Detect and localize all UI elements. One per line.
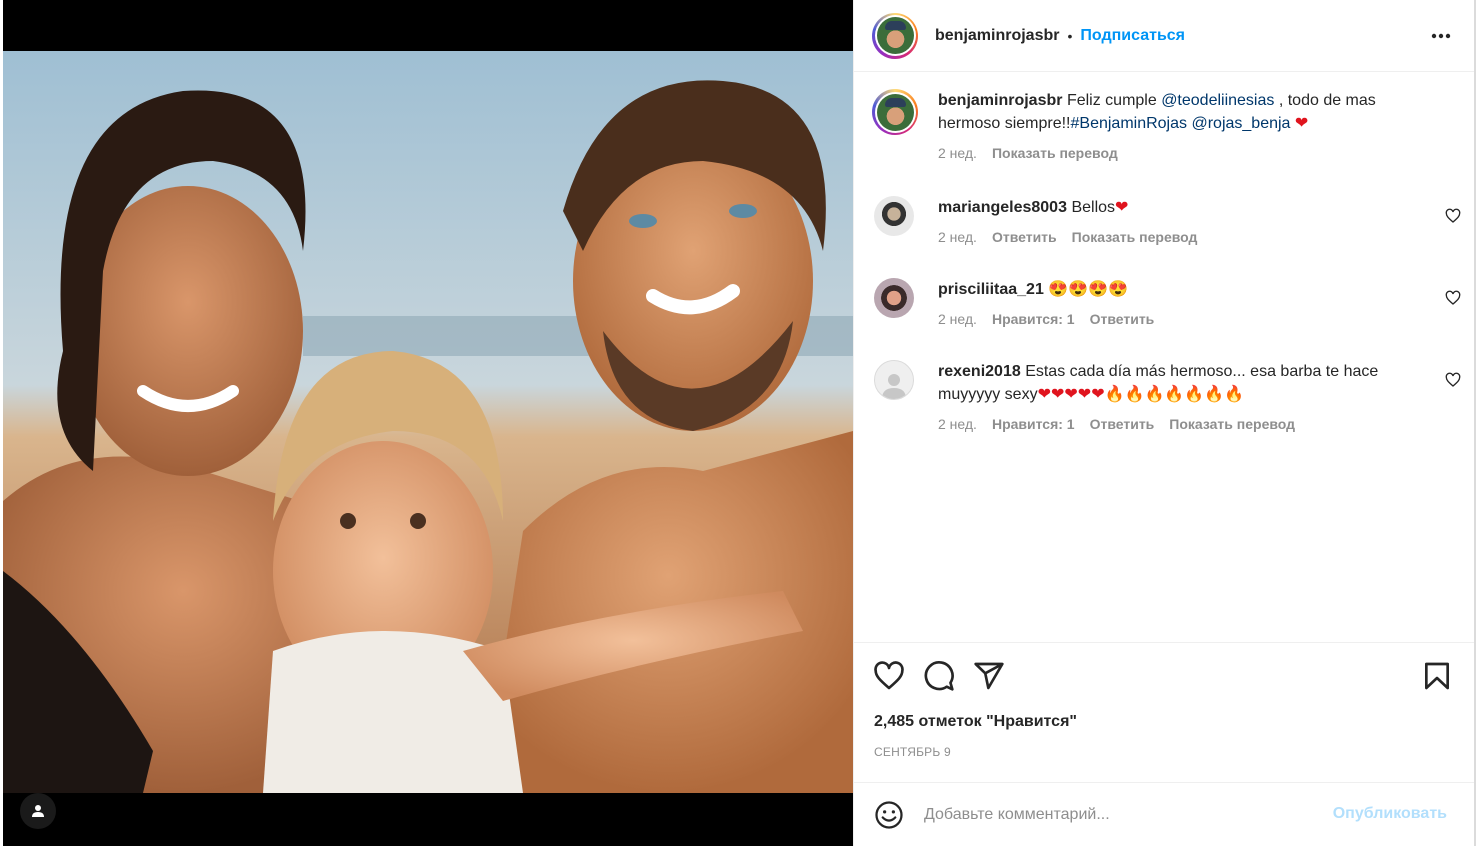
caption-mention-teodeliinesias[interactable]: @teodeliinesias [1161, 92, 1274, 109]
post-sidebar: benjaminrojasbr • Подписаться benjaminro… [853, 0, 1476, 846]
caption-body: benjaminrojasbr Feliz cumple @teodeliine… [938, 89, 1428, 165]
user-icon [32, 805, 44, 817]
heart-emoji: ❤ [1115, 199, 1129, 216]
comment-body: mariangeles8003 Bellos❤ 2 нед. Ответить … [938, 196, 1418, 249]
publish-button[interactable]: Опубликовать [1333, 805, 1447, 823]
comment-username[interactable]: mariangeles8003 [938, 199, 1067, 216]
heart-eyes-emoji: 😍😍😍😍 [1048, 281, 1128, 298]
commenter-avatar[interactable] [874, 196, 914, 236]
heart-emoji: ❤ [1294, 115, 1309, 132]
add-comment-bar: Опубликовать [854, 782, 1475, 846]
comment-username[interactable]: rexeni2018 [938, 363, 1021, 380]
heart-icon[interactable] [873, 660, 905, 692]
comment-time[interactable]: 2 нед. [938, 226, 977, 249]
default-avatar-icon [882, 374, 906, 399]
avatar-image [876, 17, 914, 54]
share-icon[interactable] [973, 660, 1005, 692]
caption-translate-button[interactable]: Показать перевод [992, 142, 1118, 165]
comment-body: prisciliitaa_21 😍😍😍😍 2 нед. Нравится: 1 … [938, 278, 1418, 331]
heart-emoji: ❤❤❤❤❤ [1037, 386, 1105, 403]
commenter-avatar[interactable] [874, 360, 914, 400]
caption-avatar[interactable] [872, 89, 918, 135]
reply-button[interactable]: Ответить [992, 226, 1057, 249]
follow-button[interactable]: Подписаться [1080, 27, 1185, 45]
author-username[interactable]: benjaminrojasbr [935, 27, 1059, 45]
post-actions: 2,485 отметок "Нравится" СЕНТЯБРЬ 9 [854, 642, 1475, 782]
likes-count[interactable]: 2,485 отметок "Нравится" [874, 713, 1077, 731]
tagged-users-button[interactable] [20, 793, 56, 829]
comment-like-heart-icon[interactable] [1445, 372, 1461, 388]
comment-icon[interactable] [923, 660, 955, 692]
comment-like-heart-icon[interactable] [1445, 290, 1461, 306]
comments-list[interactable]: benjaminrojasbr Feliz cumple @teodeliine… [854, 73, 1475, 641]
caption-text: Feliz cumple [1066, 92, 1162, 109]
more-horizontal-icon[interactable] [1429, 24, 1453, 48]
comment-username[interactable]: prisciliitaa_21 [938, 281, 1044, 298]
post-photo [3, 51, 853, 793]
smile-icon[interactable] [874, 800, 904, 830]
bookmark-icon[interactable] [1421, 660, 1453, 692]
author-avatar[interactable] [872, 12, 918, 59]
comment-time[interactable]: 2 нед. [938, 308, 977, 331]
translate-button[interactable]: Показать перевод [1072, 226, 1198, 249]
translate-button[interactable]: Показать перевод [1169, 413, 1295, 436]
comment-meta: 2 нед. Нравится: 1 Ответить [938, 308, 1418, 331]
action-icons-row [873, 660, 1453, 692]
comment-likes-count[interactable]: Нравится: 1 [992, 413, 1075, 436]
caption-mention-rojas-benja[interactable]: @rojas_benja [1191, 115, 1290, 132]
comment-meta: 2 нед. Ответить Показать перевод [938, 226, 1418, 249]
comment-like-heart-icon[interactable] [1445, 208, 1461, 224]
caption-meta: 2 нед. Показать перевод [938, 142, 1428, 165]
instagram-post-modal: benjaminrojasbr • Подписаться benjaminro… [0, 0, 1476, 846]
comment-time[interactable]: 2 нед. [938, 413, 977, 436]
avatar-frame [874, 15, 916, 56]
post-media [3, 0, 853, 846]
caption-time[interactable]: 2 нед. [938, 142, 977, 165]
caption-username[interactable]: benjaminrojasbr [938, 92, 1062, 109]
caption-hashtag[interactable]: #BenjaminRojas [1071, 115, 1188, 132]
comment-text: Bellos [1071, 199, 1116, 216]
fire-emoji: 🔥🔥🔥🔥🔥🔥🔥 [1104, 386, 1245, 403]
comment-meta: 2 нед. Нравится: 1 Ответить Показать пер… [938, 413, 1418, 436]
reply-button[interactable]: Ответить [1090, 308, 1155, 331]
comment-body: rexeni2018 Estas cada día más hermoso...… [938, 360, 1418, 436]
commenter-avatar[interactable] [874, 278, 914, 318]
comment-input[interactable] [924, 801, 1324, 829]
comment-likes-count[interactable]: Нравится: 1 [992, 308, 1075, 331]
reply-button[interactable]: Ответить [1090, 413, 1155, 436]
photo-illustration [3, 51, 853, 793]
separator-dot: • [1067, 27, 1073, 44]
post-header: benjaminrojasbr • Подписаться [854, 0, 1475, 72]
post-date[interactable]: СЕНТЯБРЬ 9 [874, 745, 951, 759]
